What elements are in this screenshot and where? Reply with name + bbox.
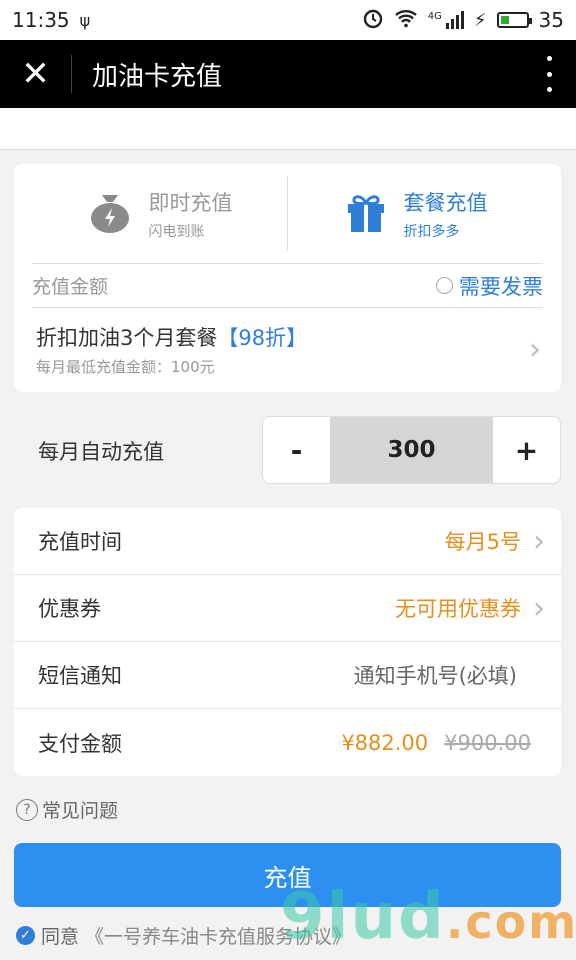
watermark-logo: 9lud.com xyxy=(280,880,576,954)
amount-stepper: - 300 + xyxy=(262,416,561,484)
monthly-recharge-row: 每月自动充值 - 300 + xyxy=(0,416,576,484)
chevron-right-icon: › xyxy=(533,590,545,626)
coupon-row[interactable]: 优惠券 无可用优惠券 › xyxy=(14,575,561,642)
page-title: 加油卡充值 xyxy=(92,61,223,92)
chevron-right-icon: › xyxy=(529,331,541,367)
chevron-right-icon: › xyxy=(533,523,545,559)
tab-package-subtitle: 折扣多多 xyxy=(403,223,460,240)
decrement-button[interactable]: - xyxy=(263,417,330,483)
signal-icon: 4G xyxy=(428,11,464,29)
invoice-label: 需要发票 xyxy=(459,274,543,299)
payment-amount-row: 支付金额 ¥882.00 ¥900.00 xyxy=(14,709,561,776)
title-bar: ✕ 加油卡充值 xyxy=(0,40,576,108)
coupon-label: 优惠券 xyxy=(38,597,101,621)
battery-level: 35 xyxy=(538,8,564,32)
agree-label: 同意 xyxy=(41,926,80,948)
faq-label: 常见问题 xyxy=(42,800,119,822)
recharge-plan-card: 即时充值 闪电到账 套餐充值 折扣多多 充值金额 需要发票 折扣加油3个月套餐【… xyxy=(14,164,561,392)
coupon-value: 无可用优惠券 xyxy=(395,597,521,621)
recharge-time-label: 充值时间 xyxy=(38,530,122,554)
question-icon: ? xyxy=(16,798,38,821)
money-bag-icon xyxy=(87,189,133,239)
faq-link[interactable]: ? 常见问题 xyxy=(16,796,118,823)
agree-checkbox-icon[interactable]: ✓ xyxy=(16,926,35,945)
watermark-suffix: .com xyxy=(445,895,576,949)
alarm-icon xyxy=(362,7,384,34)
tab-package-recharge[interactable]: 套餐充值 折扣多多 xyxy=(288,164,543,263)
sms-notify-row: 短信通知 通知手机号(必填) xyxy=(14,642,561,709)
more-menu-icon[interactable] xyxy=(544,56,554,92)
usb-icon: ψ xyxy=(79,10,91,30)
recharge-time-value: 每月5号 xyxy=(444,530,521,554)
package-discount: 【98折】 xyxy=(217,325,308,350)
battery-icon xyxy=(496,12,532,28)
phone-number-input[interactable]: 通知手机号(必填) xyxy=(354,660,545,690)
invoice-radio[interactable] xyxy=(436,277,453,294)
order-details-card: 充值时间 每月5号 › 优惠券 无可用优惠券 › 短信通知 通知手机号(必填) 支付… xyxy=(14,508,561,776)
tab-instant-title: 即时充值 xyxy=(148,190,233,215)
recharge-time-row[interactable]: 充值时间 每月5号 › xyxy=(14,508,561,575)
pay-amount: ¥882.00 xyxy=(341,730,429,755)
scrolled-header-strip xyxy=(0,108,576,150)
monthly-label: 每月自动充值 xyxy=(38,440,164,464)
pay-label: 支付金额 xyxy=(38,731,122,756)
tab-instant-subtitle: 闪电到账 xyxy=(148,223,205,240)
status-time: 11:35 xyxy=(12,8,70,32)
tab-instant-recharge[interactable]: 即时充值 闪电到账 xyxy=(32,164,287,263)
increment-button[interactable]: + xyxy=(493,417,560,483)
tab-package-title: 套餐充值 xyxy=(403,190,488,215)
package-select-row[interactable]: 折扣加油3个月套餐【98折】 每月最低充值金额：100元 › xyxy=(14,308,561,390)
close-icon[interactable]: ✕ xyxy=(0,54,72,94)
package-title: 折扣加油3个月套餐【98折】 xyxy=(36,322,307,352)
amount-label: 充值金额 xyxy=(32,276,109,298)
sms-label: 短信通知 xyxy=(38,664,122,688)
package-name: 折扣加油3个月套餐 xyxy=(36,325,218,350)
package-subtitle: 每月最低充值金额：100元 xyxy=(36,357,215,376)
network-type: 4G xyxy=(427,11,442,22)
wifi-icon xyxy=(394,8,418,33)
invoice-toggle[interactable]: 需要发票 xyxy=(436,271,543,301)
original-price: ¥900.00 xyxy=(444,730,531,755)
watermark-main: 9lud xyxy=(280,880,446,954)
status-bar: 11:35 ψ 4G ⚡ 35 xyxy=(0,0,576,40)
amount-row: 充值金额 需要发票 xyxy=(32,264,543,308)
charging-icon: ⚡ xyxy=(473,9,487,31)
recharge-type-tabs: 即时充值 闪电到账 套餐充值 折扣多多 xyxy=(32,164,543,264)
gift-icon xyxy=(344,190,388,238)
stepper-value[interactable]: 300 xyxy=(330,417,493,483)
